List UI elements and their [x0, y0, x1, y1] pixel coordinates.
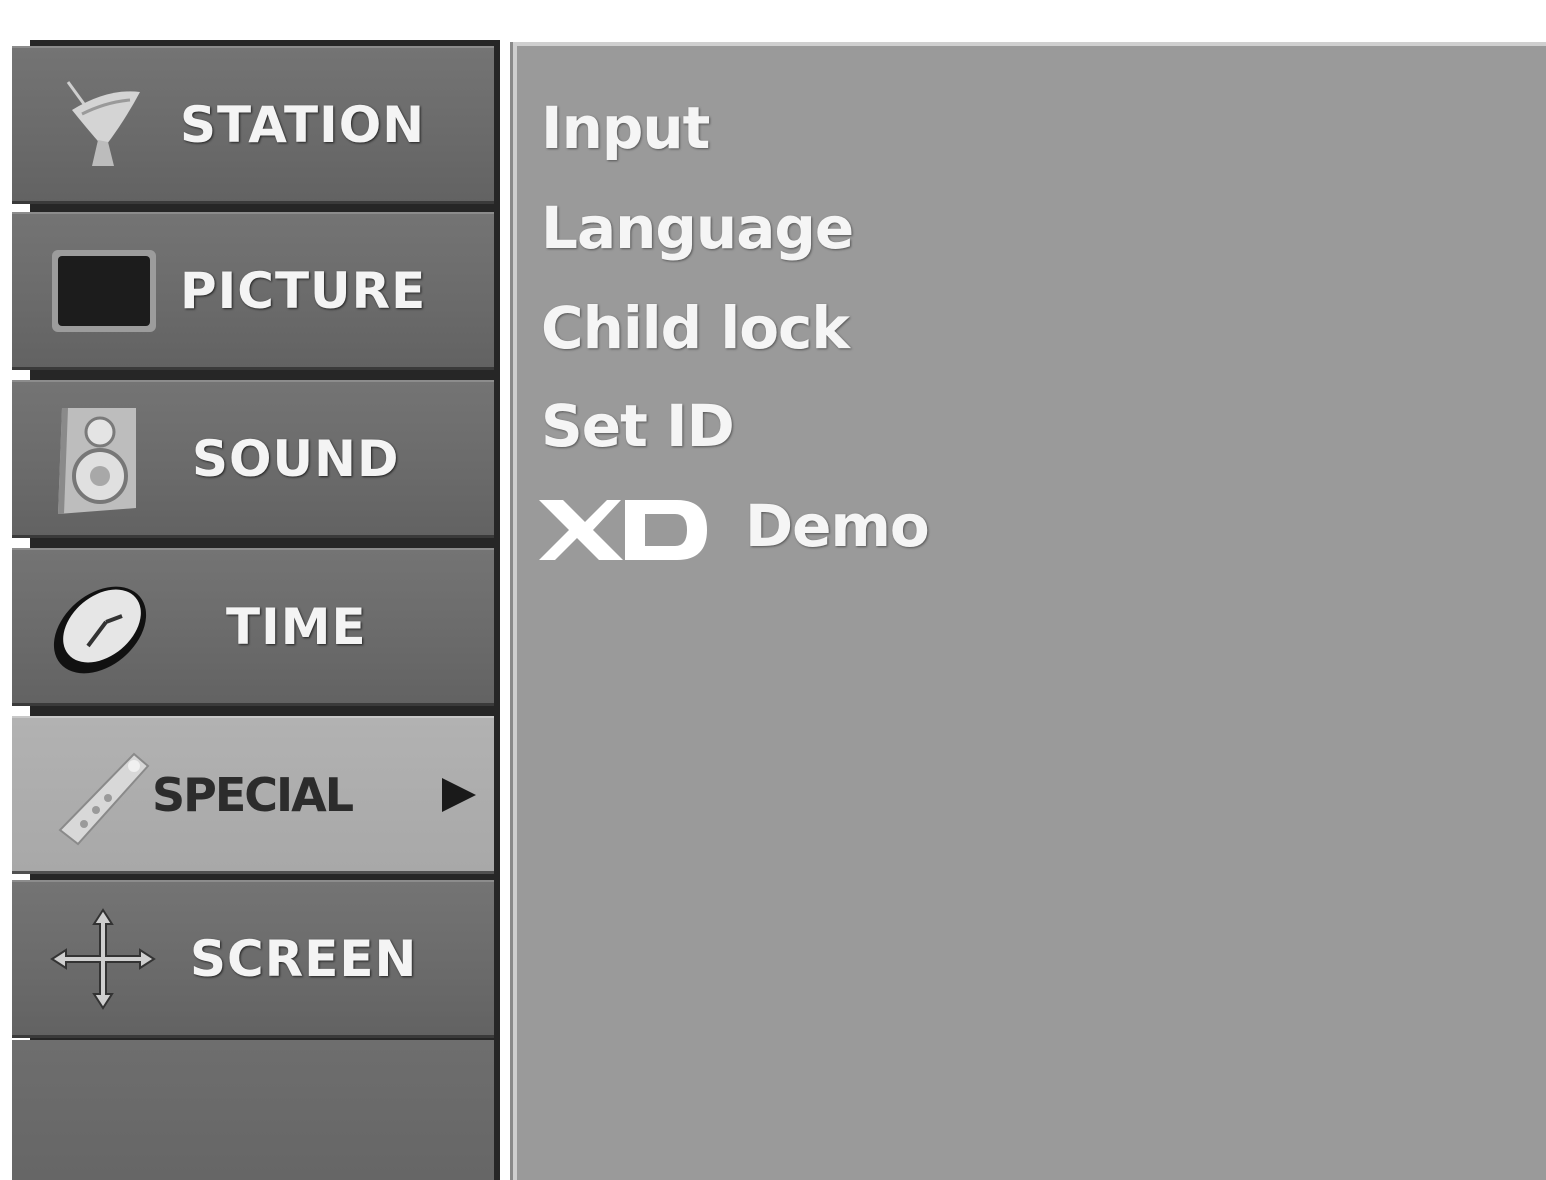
- xd-logo-icon: [539, 500, 707, 560]
- submenu-item-input[interactable]: Input: [541, 94, 710, 162]
- speaker-icon: [58, 408, 136, 514]
- menu-empty-slot: [12, 1040, 494, 1180]
- remote-control-icon: [58, 752, 150, 846]
- menu-item-label: TIME: [226, 598, 367, 656]
- menu-item-label: SOUND: [192, 430, 400, 488]
- menu-item-label: STATION: [180, 96, 426, 154]
- menu-item-station[interactable]: STATION: [12, 46, 494, 204]
- menu-item-special[interactable]: SPECIAL: [12, 716, 494, 874]
- menu-item-sound[interactable]: SOUND: [12, 380, 494, 538]
- menu-item-picture[interactable]: PICTURE: [12, 212, 494, 370]
- menu-item-screen[interactable]: SCREEN: [12, 880, 494, 1038]
- satellite-dish-icon: [66, 81, 140, 166]
- selected-arrow-icon: [442, 778, 476, 812]
- submenu-panel: Input Language Child lock Set ID Demo: [510, 42, 1546, 1180]
- submenu-item-set-id[interactable]: Set ID: [541, 392, 735, 460]
- move-arrows-icon: [50, 908, 156, 1010]
- picture-screen-icon: [52, 250, 156, 332]
- submenu-item-language[interactable]: Language: [541, 194, 854, 262]
- submenu-item-xd-demo[interactable]: Demo: [745, 492, 930, 560]
- menu-item-time[interactable]: TIME: [12, 548, 494, 706]
- menu-item-label: PICTURE: [180, 262, 427, 320]
- clock-icon: [53, 586, 147, 674]
- submenu-item-child-lock[interactable]: Child lock: [541, 294, 850, 362]
- menu-item-label: SCREEN: [190, 930, 418, 988]
- menu-item-label: SPECIAL: [152, 768, 354, 822]
